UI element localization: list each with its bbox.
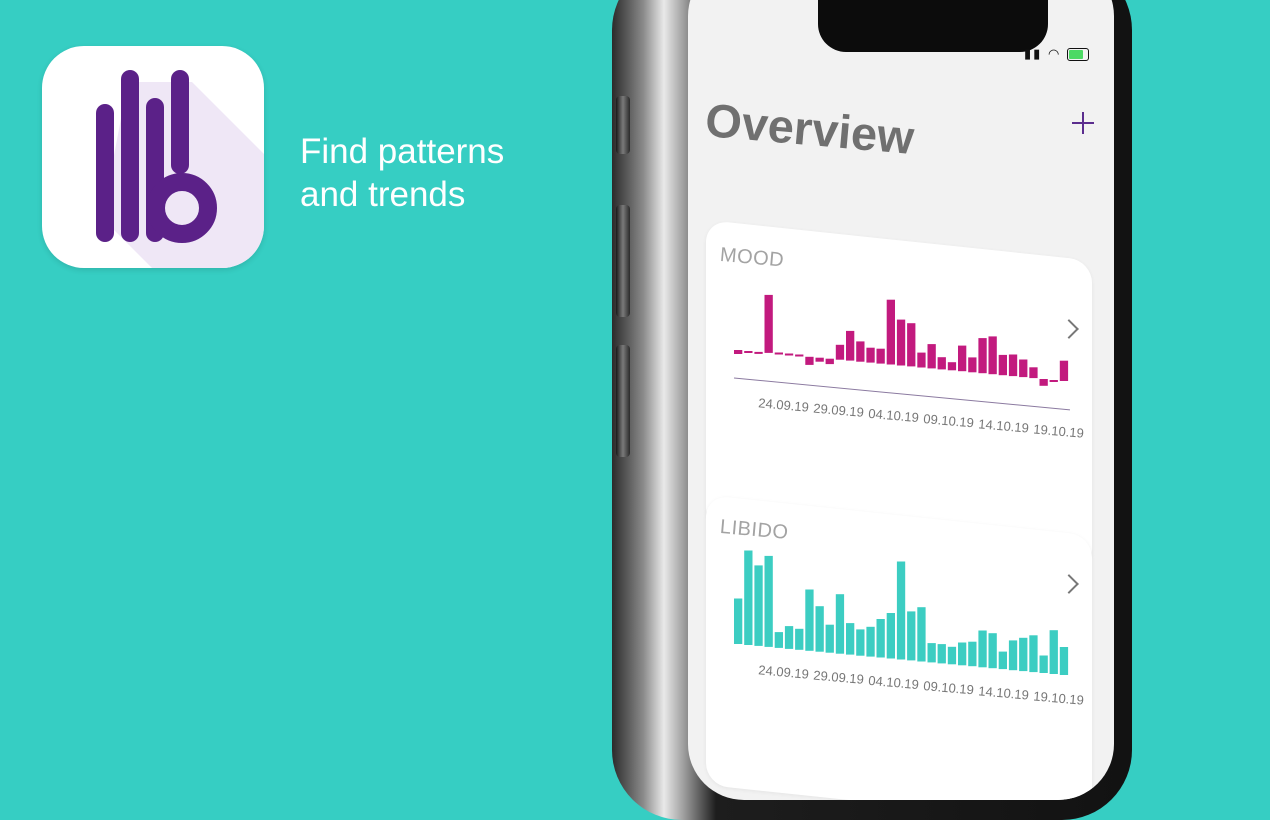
chart-bar <box>907 323 916 367</box>
chart-bar <box>846 623 855 655</box>
chart-bar <box>764 555 773 647</box>
tick-label: 04.10.19 <box>868 406 920 425</box>
chart-bar <box>988 633 997 669</box>
tick-label: 04.10.19 <box>868 673 920 692</box>
tick-label: 24.09.19 <box>758 662 810 681</box>
chart-bar <box>927 344 936 369</box>
chart-bar <box>744 550 753 645</box>
chart-bar <box>754 565 763 646</box>
chart-bar <box>866 347 875 363</box>
chart-bar <box>805 589 814 651</box>
chart-bar <box>988 336 997 375</box>
wifi-icon: ◠ <box>1047 46 1062 61</box>
chart-bar <box>774 352 783 355</box>
tagline-line-1: Find patterns <box>300 132 505 171</box>
chart-bar <box>815 357 824 362</box>
chart-bar <box>1029 367 1038 379</box>
chart-bar <box>907 611 916 661</box>
chart-bar <box>856 629 865 656</box>
chart-bar <box>1049 380 1058 382</box>
plus-icon[interactable] <box>1072 112 1094 134</box>
chart-bar <box>927 643 936 663</box>
chart-bar <box>1059 647 1069 675</box>
chart-bar <box>1039 379 1048 386</box>
chart-bar <box>1019 359 1028 378</box>
phone-screen: ▮▮ ◠ Overview MOOD 24.09.19 29.09.19 04.10… <box>688 0 1114 800</box>
chart-bar <box>795 628 804 650</box>
chart-bar <box>947 646 957 665</box>
tick-label: 19.10.19 <box>1033 421 1085 440</box>
page-title: Overview <box>703 92 917 165</box>
tick-label: 14.10.19 <box>978 683 1030 702</box>
battery-icon <box>1066 48 1089 62</box>
chart-bar <box>856 341 865 362</box>
mute-switch <box>616 96 630 154</box>
chart-bar <box>1039 655 1048 673</box>
tick-label: 09.10.19 <box>923 678 975 697</box>
chart-bar <box>846 330 855 361</box>
promo-tagline: Find patterns and trends <box>300 130 560 216</box>
app-icon <box>42 46 264 268</box>
chart-bar <box>1029 635 1038 673</box>
chart-bar <box>978 338 987 374</box>
tick-label: 29.09.19 <box>813 668 865 687</box>
chart-bar <box>866 626 875 657</box>
chart-bar <box>1019 637 1028 672</box>
chart-bar <box>764 294 773 353</box>
tagline-line-2: and trends <box>300 175 466 214</box>
volume-up-button <box>616 205 630 317</box>
chart-bar <box>896 319 906 366</box>
chart-bar <box>805 356 814 365</box>
signal-icon: ▮▮ <box>1024 46 1043 61</box>
chart-bar <box>947 362 957 371</box>
chart-bar <box>784 353 794 356</box>
chart-bar <box>1049 630 1058 674</box>
chart-bar <box>1059 360 1069 381</box>
chart-bar <box>917 352 926 368</box>
chart-bar <box>917 607 926 662</box>
tick-label: 14.10.19 <box>978 416 1030 435</box>
chart-bar <box>998 651 1007 670</box>
app-logo-icon <box>96 70 264 268</box>
chart-bar <box>754 351 763 354</box>
chart-bar <box>815 606 824 652</box>
chart-bar <box>896 561 906 660</box>
chart-bar <box>876 348 885 364</box>
chart-bar <box>958 642 967 666</box>
chart-bar <box>1008 640 1018 671</box>
chart-bar <box>886 613 895 659</box>
libido-chart: 24.09.19 29.09.19 04.10.19 09.10.19 14.10.19… <box>734 550 1085 708</box>
chart-bar <box>978 630 987 668</box>
chart-bar <box>958 345 967 372</box>
chart-bar <box>825 624 834 653</box>
chart-bar <box>774 632 783 648</box>
tick-label: 19.10.19 <box>1033 688 1085 707</box>
chart-bar <box>784 626 794 649</box>
tick-label: 09.10.19 <box>923 411 975 430</box>
tick-label: 24.09.19 <box>758 395 810 414</box>
phone-notch <box>818 0 1048 52</box>
chart-bar <box>835 594 845 654</box>
chart-bar <box>1008 354 1018 377</box>
chart-bar <box>734 350 743 354</box>
chart-bar <box>876 619 885 658</box>
volume-down-button <box>616 345 630 457</box>
chart-bar <box>998 354 1007 376</box>
chart-bar <box>835 344 845 360</box>
chart-bar <box>937 357 946 370</box>
tick-label: 29.09.19 <box>813 401 865 420</box>
chart-bar <box>744 351 753 353</box>
chart-bar <box>795 354 804 357</box>
chart-bar <box>968 357 977 373</box>
status-bar: ▮▮ ◠ <box>1024 46 1089 62</box>
chart-bar <box>825 358 834 365</box>
chart-bar <box>886 299 895 365</box>
chart-bar <box>734 598 743 644</box>
chart-bar <box>937 644 946 664</box>
chart-bar <box>968 641 977 667</box>
